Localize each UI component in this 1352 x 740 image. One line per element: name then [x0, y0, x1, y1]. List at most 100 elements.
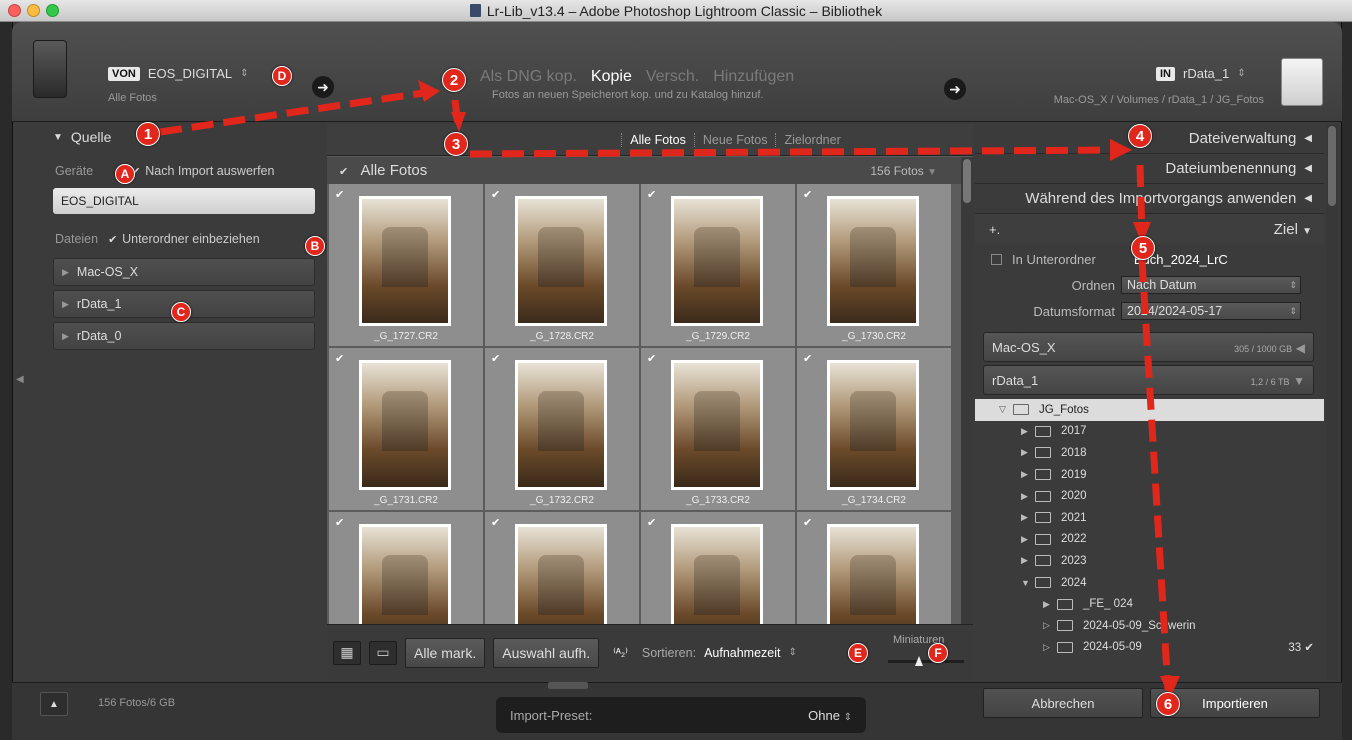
photo-cell[interactable]: ✔ — [329, 512, 483, 624]
disclosure-triangle-icon[interactable]: ▶ — [1021, 447, 1035, 458]
disclosure-triangle-icon[interactable]: ▶ — [1021, 491, 1035, 502]
folder-tree-item[interactable]: ▶ 2019 — [975, 464, 1324, 486]
photo-checkbox[interactable]: ✔ — [647, 188, 656, 201]
photo-cell[interactable]: ✔ _G_1730.CR2 — [797, 184, 951, 346]
photo-thumbnail[interactable] — [827, 360, 919, 490]
subfolder-checkbox[interactable] — [991, 253, 1002, 265]
disclosure-triangle-icon[interactable]: ▶ — [1021, 555, 1035, 566]
disclosure-triangle-icon[interactable]: ▽ — [999, 404, 1013, 415]
photo-thumbnail[interactable] — [827, 524, 919, 624]
photo-thumbnail[interactable] — [515, 196, 607, 326]
volume-rdata-0[interactable]: ▶ rData_0 — [53, 322, 315, 350]
destination-selector[interactable]: IN rData_1 ⇕ — [1156, 66, 1246, 81]
folder-tree-item[interactable]: ▷ 2024-05-09 33 ✔ — [975, 637, 1324, 659]
import-preset-select[interactable]: Import-Preset: Ohne ⇕ — [496, 697, 866, 733]
photo-thumbnail[interactable] — [359, 360, 451, 490]
grid-view-icon[interactable]: ▦ — [333, 640, 361, 665]
photo-checkbox[interactable]: ✔ — [803, 188, 812, 201]
unmark-all-button[interactable]: Auswahl aufh. — [493, 637, 600, 668]
chevron-down-icon[interactable]: ▼ — [927, 167, 937, 178]
disclosure-triangle-icon[interactable]: ▶ — [1021, 512, 1035, 523]
photo-checkbox[interactable]: ✔ — [491, 352, 500, 365]
tab-destination-folders[interactable]: Zielordner — [775, 132, 848, 147]
folder-tree-item[interactable]: ▶ 2018 — [975, 442, 1324, 464]
volume-mac-os-x[interactable]: ▶ Mac-OS_X — [53, 258, 315, 286]
photo-checkbox[interactable]: ✔ — [491, 188, 500, 201]
photo-cell[interactable]: ✔ — [485, 512, 639, 624]
folder-tree-item[interactable]: ▼ 2024 — [975, 572, 1324, 594]
photo-checkbox[interactable]: ✔ — [647, 516, 656, 529]
folder-tree-item[interactable]: ▶ _FE_ 024 — [975, 593, 1324, 615]
source-selector[interactable]: VON EOS_DIGITAL ⇕ — [108, 66, 249, 81]
photo-checkbox[interactable]: ✔ — [335, 352, 344, 365]
minimize-window-button[interactable] — [27, 4, 40, 17]
scrollbar-thumb[interactable] — [963, 159, 971, 203]
photo-checkbox[interactable]: ✔ — [803, 352, 812, 365]
subfolders-checkbox[interactable]: ✔ — [108, 233, 119, 246]
zoom-window-button[interactable] — [46, 4, 59, 17]
close-window-button[interactable] — [8, 4, 21, 17]
folder-tree-item[interactable]: ▽ JG_Fotos — [975, 399, 1324, 421]
left-panel-toggle-icon[interactable]: ◀ — [16, 374, 24, 385]
sort-select[interactable]: Aufnahmezeit — [704, 646, 780, 660]
source-panel-header[interactable]: ▼ Quelle — [43, 124, 327, 150]
photo-cell[interactable]: ✔ _G_1729.CR2 — [641, 184, 795, 346]
tab-new-photos[interactable]: Neue Fotos — [693, 132, 776, 147]
scrollbar-thumb[interactable] — [1328, 126, 1336, 206]
disclosure-triangle-icon[interactable]: ▼ — [1021, 578, 1035, 588]
dest-volume-rdata-1[interactable]: rData_1 1,2 / 6 TB ▼ — [983, 365, 1314, 395]
tab-all-photos[interactable]: Alle Fotos — [621, 132, 694, 147]
mode-copy[interactable]: Kopie — [591, 68, 632, 86]
options-scrollbar[interactable] — [1326, 124, 1338, 680]
mode-move[interactable]: Versch. — [646, 68, 699, 86]
disclosure-triangle-icon[interactable]: ▶ — [1021, 534, 1035, 545]
disclosure-triangle-icon[interactable]: ▶ — [1021, 426, 1035, 437]
mode-add[interactable]: Hinzufügen — [713, 68, 794, 86]
photo-thumbnail[interactable] — [515, 360, 607, 490]
loupe-view-icon[interactable]: ▭ — [369, 640, 397, 665]
photo-cell[interactable]: ✔ _G_1734.CR2 — [797, 348, 951, 510]
photo-thumbnail[interactable] — [359, 196, 451, 326]
photo-thumbnail[interactable] — [671, 524, 763, 624]
photo-checkbox[interactable]: ✔ — [335, 188, 344, 201]
photo-thumbnail[interactable] — [671, 196, 763, 326]
mark-all-button[interactable]: Alle mark. — [405, 637, 486, 668]
folder-tree-item[interactable]: ▶ 2020 — [975, 485, 1324, 507]
section-file-renaming[interactable]: Dateiumbenennung ◀ — [975, 154, 1324, 184]
photo-thumbnail[interactable] — [359, 524, 451, 624]
photo-cell[interactable]: ✔ _G_1727.CR2 — [329, 184, 483, 346]
device-item[interactable]: EOS_DIGITAL — [53, 188, 315, 214]
photo-cell[interactable]: ✔ — [797, 512, 951, 624]
organize-select[interactable]: Nach Datum — [1121, 276, 1301, 294]
photo-cell[interactable]: ✔ _G_1728.CR2 — [485, 184, 639, 346]
folder-tree-item[interactable]: ▶ 2021 — [975, 507, 1324, 529]
folder-tree-item[interactable]: ▶ 2017 — [975, 421, 1324, 443]
photo-thumbnail[interactable] — [827, 196, 919, 326]
panel-grip-icon[interactable] — [548, 682, 588, 689]
photo-thumbnail[interactable] — [515, 524, 607, 624]
dest-volume-mac-os-x[interactable]: Mac-OS_X 305 / 1000 GB ◀ — [983, 332, 1314, 362]
photo-cell[interactable]: ✔ _G_1732.CR2 — [485, 348, 639, 510]
disclosure-triangle-icon[interactable]: ▷ — [1043, 620, 1057, 631]
folder-tree-item[interactable]: ▶ 2023 — [975, 550, 1324, 572]
photo-cell[interactable]: ✔ _G_1733.CR2 — [641, 348, 795, 510]
photo-thumbnail[interactable] — [671, 360, 763, 490]
grid-scrollbar[interactable] — [961, 157, 973, 624]
select-all-checkbox[interactable]: ✔ — [339, 165, 350, 178]
folder-tree-item[interactable]: ▶ 2022 — [975, 529, 1324, 551]
photo-checkbox[interactable]: ✔ — [491, 516, 500, 529]
photo-cell[interactable]: ✔ _G_1731.CR2 — [329, 348, 483, 510]
disclosure-triangle-icon[interactable]: ▶ — [1021, 469, 1035, 480]
section-apply-during-import[interactable]: Während des Importvorgangs anwenden ◀ — [975, 184, 1324, 214]
photo-cell[interactable]: ✔ — [641, 512, 795, 624]
disclosure-triangle-icon[interactable]: ▶ — [1043, 599, 1057, 610]
mode-dng[interactable]: Als DNG kop. — [480, 68, 577, 86]
thumbnail-size-slider[interactable] — [888, 660, 964, 663]
disclosure-triangle-icon[interactable]: ▷ — [1043, 642, 1057, 653]
photo-checkbox[interactable]: ✔ — [335, 516, 344, 529]
photo-checkbox[interactable]: ✔ — [803, 516, 812, 529]
add-folder-button[interactable]: +. — [989, 222, 1000, 237]
date-format-select[interactable]: 2024/2024-05-17 — [1121, 302, 1301, 320]
photo-checkbox[interactable]: ✔ — [647, 352, 656, 365]
expand-up-icon[interactable]: ▲ — [40, 692, 68, 716]
